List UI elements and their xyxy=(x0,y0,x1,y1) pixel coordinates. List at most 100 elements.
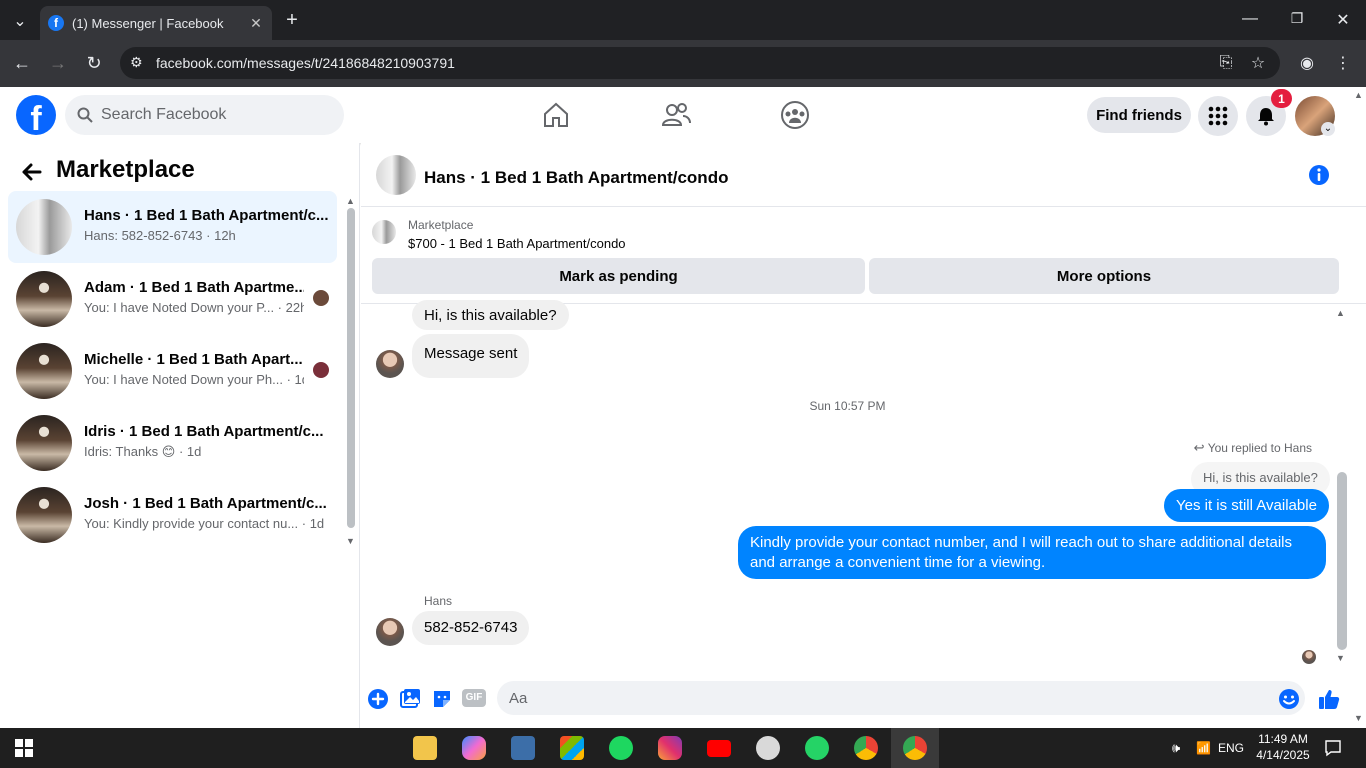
conversation-name: Michelle · 1 Bed 1 Bath Apart... xyxy=(84,351,303,368)
network-icon[interactable]: 📶 xyxy=(1196,741,1211,755)
plus-icon[interactable] xyxy=(367,688,389,710)
seen-avatar xyxy=(313,362,329,378)
incoming-message[interactable]: Message sent xyxy=(412,334,530,378)
sender-name: Hans xyxy=(424,594,453,608)
conversation-name: Idris · 1 Bed 1 Bath Apartment/c... xyxy=(84,423,324,440)
whatsapp-icon[interactable] xyxy=(805,736,829,760)
message-input[interactable]: Aa xyxy=(497,681,1305,715)
reload-icon[interactable]: ↻ xyxy=(84,53,104,74)
find-friends-button[interactable]: Find friends xyxy=(1087,97,1191,133)
back-icon[interactable]: ← xyxy=(12,53,32,74)
conversation-thumbnail xyxy=(16,343,72,399)
bookmark-star-icon[interactable]: ☆ xyxy=(1248,53,1268,73)
restore-icon[interactable]: ❐ xyxy=(1287,10,1307,27)
tab-title: (1) Messenger | Facebook xyxy=(72,15,224,31)
chat-title[interactable]: Hans · 1 Bed 1 Bath Apartment/condo xyxy=(424,168,728,188)
copilot-icon[interactable] xyxy=(462,736,486,760)
seen-avatar xyxy=(313,290,329,306)
menu-button[interactable] xyxy=(1198,96,1238,136)
photo-icon[interactable] xyxy=(399,688,421,710)
page-scroll-down-icon[interactable]: ▼ xyxy=(1354,713,1363,723)
chat-scroll-up-icon[interactable]: ▲ xyxy=(1336,308,1345,318)
mark-as-pending-button[interactable]: Mark as pending xyxy=(372,258,865,294)
marketplace-label: Marketplace xyxy=(408,218,474,232)
conversation-name: Josh · 1 Bed 1 Bath Apartment/c... xyxy=(84,495,327,512)
more-options-button[interactable]: More options xyxy=(869,258,1339,294)
conversation-item-adam[interactable]: Adam · 1 Bed 1 Bath Apartme... You: I ha… xyxy=(8,263,337,335)
microsoft-store-icon[interactable] xyxy=(560,736,584,760)
listing-title[interactable]: $700 - 1 Bed 1 Bath Apartment/condo xyxy=(408,236,626,251)
notification-badge: 1 xyxy=(1271,89,1292,108)
window-close-icon[interactable]: ✕ xyxy=(1333,10,1353,30)
chrome-profile-icon[interactable] xyxy=(903,736,927,760)
youtube-icon[interactable] xyxy=(707,740,731,757)
windows-taskbar xyxy=(0,728,1366,768)
search-input[interactable]: Search Facebook xyxy=(65,95,344,135)
listing-thumbnail[interactable] xyxy=(372,220,396,244)
language-indicator[interactable]: ENG xyxy=(1218,741,1244,755)
search-icon xyxy=(77,107,93,123)
outgoing-message[interactable]: Yes it is still Available xyxy=(1164,489,1329,522)
conversation-item-idris[interactable]: Idris · 1 Bed 1 Bath Apartment/c... Idri… xyxy=(8,407,337,479)
tab-close-icon[interactable]: ✕ xyxy=(246,15,266,32)
reply-arrow-icon: ↩ xyxy=(1193,440,1205,455)
spotify-icon[interactable] xyxy=(609,736,633,760)
sticker-icon[interactable] xyxy=(431,688,453,710)
sender-avatar[interactable] xyxy=(376,350,404,378)
home-icon[interactable] xyxy=(540,99,572,131)
facebook-logo-icon[interactable]: f xyxy=(16,95,56,135)
conversation-thumbnail xyxy=(16,415,72,471)
url-text: facebook.com/messages/t/2418684821090379… xyxy=(156,55,455,71)
outgoing-message[interactable]: Kindly provide your contact number, and … xyxy=(738,526,1326,579)
back-arrow-icon[interactable] xyxy=(20,160,44,184)
chrome-menu-icon[interactable]: ⋮ xyxy=(1333,53,1353,73)
new-tab-icon[interactable]: + xyxy=(282,9,302,32)
install-app-icon[interactable]: ⎘ xyxy=(1216,54,1236,72)
message-timestamp: Sun 10:57 PM xyxy=(809,399,886,413)
incoming-message[interactable]: Hi, is this available? xyxy=(412,300,569,330)
conversation-name: Adam · 1 Bed 1 Bath Apartme... xyxy=(84,279,304,296)
incoming-message[interactable]: 582-852-6743 xyxy=(412,611,530,645)
conversation-item-michelle[interactable]: Michelle · 1 Bed 1 Bath Apart... You: I … xyxy=(8,335,337,407)
conversation-snippet: You: I have Noted Down your P... · 22h xyxy=(84,300,304,315)
chat-thumbnail[interactable] xyxy=(376,155,416,195)
chat-scrollbar[interactable] xyxy=(1337,472,1347,650)
chat-scroll-down-icon[interactable]: ▼ xyxy=(1336,653,1345,663)
conversation-scrollbar[interactable] xyxy=(347,208,355,528)
notification-center-icon[interactable] xyxy=(1324,739,1342,757)
account-chevron-icon[interactable]: ⌄ xyxy=(1321,122,1335,136)
file-explorer-icon[interactable] xyxy=(413,736,437,760)
browser-tab[interactable]: f (1) Messenger | Facebook ✕ xyxy=(40,6,272,40)
clock-time: 11:49 AM xyxy=(1258,732,1308,746)
windows-start-icon[interactable] xyxy=(15,739,33,757)
conversation-item-josh[interactable]: Josh · 1 Bed 1 Bath Apartment/c... You: … xyxy=(8,479,337,551)
emoji-icon[interactable] xyxy=(1278,688,1300,710)
scroll-up-icon[interactable]: ▲ xyxy=(346,196,355,206)
conversation-item-hans[interactable]: Hans · 1 Bed 1 Bath Apartment/c... Hans:… xyxy=(8,191,337,263)
forward-icon[interactable]: → xyxy=(48,53,68,74)
photoshop-icon[interactable] xyxy=(511,736,535,760)
chrome-icon[interactable] xyxy=(854,736,878,760)
url-bar[interactable]: ⚙ facebook.com/messages/t/24186848210903… xyxy=(120,47,1280,79)
volume-icon[interactable]: 🕪 xyxy=(1172,740,1180,756)
tab-search-icon[interactable]: ⌄ xyxy=(10,11,30,31)
scroll-down-icon[interactable]: ▼ xyxy=(346,536,355,546)
groups-icon[interactable] xyxy=(779,99,811,131)
minimize-icon[interactable]: — xyxy=(1240,10,1260,28)
profile-icon[interactable]: ◉ xyxy=(1297,53,1317,73)
like-thumb-icon[interactable] xyxy=(1318,688,1340,710)
app-icon[interactable] xyxy=(756,736,780,760)
friends-icon[interactable] xyxy=(660,99,692,131)
system-clock[interactable]: 11:49 AM 4/14/2025 xyxy=(1253,731,1313,763)
conversation-thumbnail xyxy=(16,487,72,543)
info-icon[interactable] xyxy=(1308,164,1330,186)
conversation-snippet: Hans: 582-852-6743 · 12h xyxy=(84,228,236,243)
gif-icon[interactable]: GIF xyxy=(462,689,486,707)
sender-avatar[interactable] xyxy=(376,618,404,646)
panel-title: Marketplace xyxy=(56,156,195,183)
site-info-icon[interactable]: ⚙ xyxy=(130,54,143,71)
conversation-name: Hans · 1 Bed 1 Bath Apartment/c... xyxy=(84,207,329,224)
bell-icon xyxy=(1258,108,1274,126)
page-scroll-up-icon[interactable]: ▲ xyxy=(1354,90,1363,100)
instagram-icon[interactable] xyxy=(658,736,682,760)
